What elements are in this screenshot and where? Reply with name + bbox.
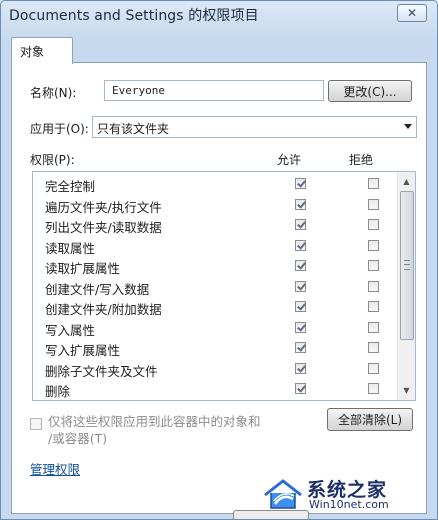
deny-checkbox[interactable] — [368, 219, 379, 230]
permission-name: 遍历文件夹/执行文件 — [45, 199, 162, 215]
window-title: Documents and Settings 的权限项目 — [9, 8, 259, 24]
permission-name: 读取扩展属性 — [45, 261, 121, 276]
clear-all-label: 全部清除(L) — [337, 413, 403, 427]
watermark-url: Win10net.com — [309, 498, 389, 511]
deny-checkbox[interactable] — [368, 178, 379, 189]
deny-checkbox[interactable] — [368, 301, 379, 312]
permission-name: 删除子文件夹及文件 — [45, 363, 158, 379]
apply-only-label: 仅将这些权限应用到此容器中的对象和 /或容器(T) — [48, 413, 261, 447]
tab-object[interactable]: 对象 — [11, 37, 73, 64]
change-button[interactable]: 更改(C)... — [328, 80, 412, 102]
allow-checkbox[interactable] — [295, 383, 306, 394]
permission-name: 创建文件夹/附加数据 — [45, 302, 162, 317]
permission-row: 删除 — [33, 379, 397, 399]
permission-row: 写入属性 — [33, 318, 397, 338]
apply-to-label: 应用于(O): — [30, 122, 89, 136]
name-label: 名称(N): — [30, 86, 77, 100]
object-tab-panel: 名称(N): Everyone 更改(C)... 应用于(O): 只有该文件夹 … — [11, 62, 427, 514]
grip-icon — [404, 260, 410, 270]
permission-row: 遍历文件夹/执行文件 — [33, 195, 397, 215]
deny-column-header: 拒绝 — [349, 153, 374, 167]
close-button[interactable]: ✕ — [397, 4, 427, 22]
permission-row: 列出文件夹/读取数据 — [33, 215, 397, 235]
apply-to-value: 只有该文件夹 — [97, 122, 170, 136]
permission-name: 删除 — [45, 384, 71, 399]
scroll-down-arrow-icon[interactable]: ▼ — [398, 382, 415, 399]
manage-permissions-link[interactable]: 管理权限 — [30, 459, 80, 478]
deny-checkbox[interactable] — [368, 362, 379, 374]
name-field[interactable]: Everyone — [104, 80, 324, 101]
deny-checkbox[interactable] — [368, 342, 379, 353]
close-icon: ✕ — [406, 6, 418, 20]
allow-checkbox[interactable] — [295, 198, 306, 210]
permission-name: 读取属性 — [45, 240, 96, 256]
deny-checkbox[interactable] — [368, 260, 379, 271]
deny-checkbox[interactable] — [368, 321, 379, 333]
permission-entry-dialog: Documents and Settings 的权限项目 ✕ 对象 名称(N):… — [0, 0, 438, 520]
allow-checkbox[interactable] — [295, 239, 306, 251]
allow-checkbox[interactable] — [295, 301, 306, 312]
clear-all-button[interactable]: 全部清除(L) — [327, 408, 413, 431]
permission-name: 写入属性 — [45, 322, 96, 338]
tab-object-label: 对象 — [20, 45, 45, 59]
allow-checkbox[interactable] — [295, 260, 306, 271]
permissions-list[interactable]: 删除 删除子文件夹及文件 写入扩展属性 写入属性 创建文件夹/附加数据 创建文件/写入数据… — [32, 171, 416, 401]
permission-name: 创建文件/写入数据 — [45, 281, 150, 297]
allow-column-header: 允许 — [277, 153, 302, 167]
permission-name: 完全控制 — [45, 179, 96, 194]
name-value: Everyone — [112, 84, 165, 97]
change-button-label: 更改(C)... — [343, 84, 397, 99]
deny-checkbox[interactable] — [368, 280, 379, 292]
scrollbar[interactable]: ▲ ▼ — [397, 172, 415, 400]
chevron-down-icon — [404, 124, 412, 129]
permission-row: 读取属性 — [33, 236, 397, 256]
apply-to-select[interactable]: 只有该文件夹 — [92, 116, 417, 138]
allow-checkbox[interactable] — [295, 321, 306, 333]
allow-checkbox[interactable] — [295, 280, 306, 292]
apply-only-checkbox[interactable] — [30, 418, 42, 430]
allow-checkbox[interactable] — [295, 342, 306, 353]
deny-checkbox[interactable] — [368, 198, 379, 210]
deny-checkbox[interactable] — [368, 383, 379, 394]
scroll-thumb[interactable] — [400, 191, 414, 340]
permission-row: 创建文件/写入数据 — [33, 277, 397, 297]
apply-only-line2: /或容器(T) — [48, 431, 108, 446]
permission-row: 删除子文件夹及文件 — [33, 359, 397, 379]
allow-checkbox[interactable] — [295, 362, 306, 374]
allow-checkbox[interactable] — [295, 178, 306, 189]
scroll-up-arrow-icon[interactable]: ▲ — [398, 173, 415, 190]
permission-row: 完全控制 — [33, 174, 397, 194]
deny-checkbox[interactable] — [368, 239, 379, 251]
permission-row: 写入扩展属性 — [33, 338, 397, 358]
apply-only-line1: 仅将这些权限应用到此容器中的对象和 — [48, 414, 261, 429]
permissions-label: 权限(P): — [30, 153, 75, 167]
permission-row: 创建文件夹/附加数据 — [33, 297, 397, 317]
permission-row: 读取扩展属性 — [33, 256, 397, 276]
permission-name: 写入扩展属性 — [45, 343, 121, 358]
site-watermark: 系统之家 Win10net.com — [263, 475, 431, 513]
allow-checkbox[interactable] — [295, 219, 306, 230]
house-logo-icon — [264, 479, 302, 509]
permission-name: 列出文件夹/读取数据 — [45, 220, 162, 235]
